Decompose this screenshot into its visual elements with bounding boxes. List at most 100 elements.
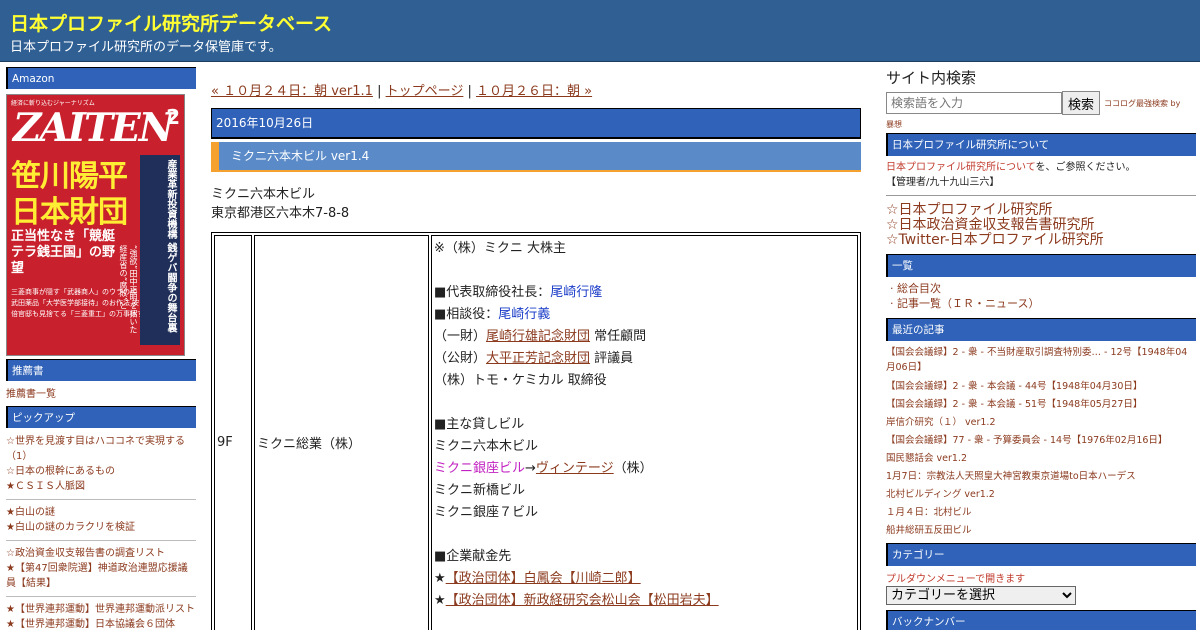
donation-link[interactable]: 【政治団体】白鳳会【川崎二郎】 xyxy=(446,571,641,586)
recent-item[interactable]: 北村ビルディング ver1.2 xyxy=(886,486,1196,504)
recent-item[interactable]: 船井総研五反田ビル xyxy=(886,522,1196,540)
details-cell: ※（株）ミクニ 大株主 ■代表取締役社長：尾崎行隆 ■相談役：尾崎行義 （一財）… xyxy=(431,235,858,630)
top-page-link[interactable]: トップページ xyxy=(386,84,464,99)
pickup-item[interactable]: ☆政治資金収支報告書の調査リスト xyxy=(6,546,196,561)
pickup-item[interactable]: ★【世界連邦運動】世界連邦運動派リスト xyxy=(6,602,196,617)
recommend-list: 推薦書一覧 xyxy=(6,381,196,406)
category-select[interactable]: カテゴリーを選択 xyxy=(886,586,1076,605)
external-link[interactable]: ☆日本プロファイル研究所 xyxy=(886,203,1196,218)
ginza-building-link[interactable]: ミクニ銀座ビル xyxy=(434,461,525,476)
left-sidebar: Amazon 経済に斬り込むジャーナリズム ZAITEN 2 笹川陽平 日本財団… xyxy=(6,67,196,630)
pickup-item[interactable]: ★白山の謎のカラクリを検証 xyxy=(6,520,196,535)
about-heading: 日本プロファイル研究所について xyxy=(886,133,1196,156)
search-input[interactable] xyxy=(886,92,1062,114)
rent-building: ミクニ六本木ビル xyxy=(434,439,539,454)
floor-cell: 9F xyxy=(214,235,252,630)
about-link[interactable]: 日本プロファイル研究所について xyxy=(886,162,1036,173)
external-link[interactable]: ☆日本政治資金収支報告書研究所 xyxy=(886,218,1196,233)
pickup-item[interactable]: ☆日本の根幹にあるもの xyxy=(6,464,196,479)
search-row: 検索 ココログ最強検索 by xyxy=(886,91,1196,115)
date-header: 2016年10月26日 xyxy=(211,108,861,139)
divider xyxy=(886,195,1196,196)
nav-separator: | xyxy=(372,84,386,99)
search-provider-link[interactable]: 暴想 xyxy=(886,119,1196,130)
donation-link[interactable]: 【政治団体】新政経研究会松山会【松田岩夫】 xyxy=(446,593,719,608)
next-entry-link[interactable]: １０月２６日：朝 » xyxy=(476,84,592,99)
recent-item[interactable]: 【国会会議録】2 - 衆 - 本会議 - 44号【1948年04月30日】 xyxy=(886,378,1196,396)
book-cover-image[interactable]: 経済に斬り込むジャーナリズム ZAITEN 2 笹川陽平 日本財団 正当性なき「… xyxy=(6,94,185,356)
divider xyxy=(6,596,196,597)
search-title: サイト内検索 xyxy=(886,69,977,87)
ceo-label: ■代表取締役社長： xyxy=(434,285,551,300)
recommend-link[interactable]: 推薦書一覧 xyxy=(6,387,196,402)
tenant-table: 9F ミクニ総業（株） ※（株）ミクニ 大株主 ■代表取締役社長：尾崎行隆 ■相… xyxy=(211,232,861,630)
book-vertical-small: “強欲”田中正明を招いた経産省の“腐敗”と xyxy=(119,245,138,334)
building-street-address: 東京都港区六本木7-8-8 xyxy=(211,206,350,221)
building-name: ミクニ六本木ビル xyxy=(211,187,316,202)
index-heading: 一覧 xyxy=(886,254,1196,277)
star-icon: ★ xyxy=(434,571,446,586)
site-header: 日本プロファイル研究所データベース 日本プロファイル研究所のデータ保管庫です。 xyxy=(0,0,1200,62)
external-link[interactable]: ☆Twitter-日本プロファイル研究所 xyxy=(886,233,1196,248)
index-item[interactable]: · 総合目次 xyxy=(890,282,941,295)
role-prefix: （公財） xyxy=(434,351,487,366)
book-side-headline: 産業革新投資機構 銭ゲバ闘争の舞台裏 xyxy=(140,155,180,345)
pickup-item[interactable]: ★ＣＳＩＳ人脈図 xyxy=(6,479,196,494)
rent-building-line: ミクニ銀座ビル→ヴィンテージ（株） xyxy=(434,458,855,480)
recent-item[interactable]: 【国会会議録】2 - 衆 - 本会議 - 51号【1948年05月27日】 xyxy=(886,396,1196,414)
search-button[interactable]: 検索 xyxy=(1062,91,1101,115)
recent-item[interactable]: 国民懇話会 ver1.2 xyxy=(886,450,1196,468)
divider xyxy=(6,499,196,500)
star-icon: ★ xyxy=(434,593,446,608)
recent-item[interactable]: 【国会会議録】77 - 衆 - 予算委員会 - 14号【1976年02月16日】 xyxy=(886,432,1196,450)
issue-number: 2 xyxy=(166,105,180,129)
role-line: （公財）大平正芳記念財団 評議員 xyxy=(434,348,855,370)
site-title[interactable]: 日本プロファイル研究所データベース xyxy=(10,9,332,36)
recommend-heading: 推薦書 xyxy=(6,359,196,381)
recent-item[interactable]: １月４日：北村ビル xyxy=(886,504,1196,522)
pickup-item[interactable]: ☆世界を見渡す目はハココネで実現する（1） xyxy=(6,434,196,464)
recent-item[interactable]: 1月7日：宗教法人天照皇大神宮教東京道場to日本ハーデス xyxy=(886,468,1196,486)
role-suffix: 常任顧問 xyxy=(590,329,647,344)
right-sidebar: サイト内検索 検索 ココログ最強検索 by 暴想 日本プロファイル研究所について… xyxy=(886,67,1196,630)
recent-item[interactable]: 岸信介研究（１） ver1.2 xyxy=(886,414,1196,432)
rent-building: ミクニ新橋ビル xyxy=(434,483,526,498)
pickup-item[interactable]: ★【第47回衆院選】神道政治連盟応援議員【結果】 xyxy=(6,561,196,591)
recent-list: 【国会会議録】2 - 衆 - 不当財産取引調査特別委… - 12号【1948年0… xyxy=(886,345,1196,540)
advisor-link[interactable]: 尾崎行義 xyxy=(498,307,550,322)
table-row: 9F ミクニ総業（株） ※（株）ミクニ 大株主 ■代表取締役社長：尾崎行隆 ■相… xyxy=(214,235,858,630)
nav-separator: | xyxy=(463,84,476,99)
recent-item[interactable]: 【国会会議録】2 - 衆 - 不当財産取引調査特別委… - 12号【1948年0… xyxy=(886,345,1196,375)
building-address: ミクニ六本木ビル 東京都港区六本木7-8-8 xyxy=(211,185,861,223)
category-heading: カテゴリー xyxy=(886,543,1196,566)
role-line: （株）トモ・ケミカル 取締役 xyxy=(434,373,607,388)
entry-navigation: « １０月２４日：朝 ver1.1 | トップページ | １０月２６日：朝 » xyxy=(211,80,861,99)
advisor-label: ■相談役： xyxy=(434,307,499,322)
ceo-link[interactable]: 尾崎行隆 xyxy=(550,285,602,300)
arrow: → xyxy=(525,461,536,476)
backnumber-heading: バックナンバー xyxy=(886,610,1196,630)
index-item[interactable]: · 記事一覧（ＩＲ・ニュース） xyxy=(890,297,1039,310)
ceo-line: ■代表取締役社長：尾崎行隆 xyxy=(434,282,855,304)
pickup-list: ☆世界を見渡す目はハココネで実現する（1） ☆日本の根幹にあるもの ★ＣＳＩＳ人… xyxy=(6,428,196,630)
vintage-link[interactable]: ヴィンテージ xyxy=(536,461,614,476)
category-note: プルダウンメニューで開きます xyxy=(886,574,1026,585)
advisor-line: ■相談役：尾崎行義 xyxy=(434,304,855,326)
search-provider-link[interactable]: ココログ最強検索 by xyxy=(1104,98,1180,109)
admin-text: 【管理者/九十九山三六】 xyxy=(886,177,1000,188)
donation-line: ★【政治団体】白鳳会【川崎二郎】 xyxy=(434,568,855,590)
entry-title[interactable]: ミクニ六本木ビル ver1.4 xyxy=(211,142,861,172)
foundation-link[interactable]: 大平正芳記念財団 xyxy=(486,351,590,366)
main-content: « １０月２４日：朝 ver1.1 | トップページ | １０月２６日：朝 » … xyxy=(211,80,861,630)
main-shareholder-note: ※（株）ミクニ 大株主 xyxy=(434,241,567,256)
pickup-item[interactable]: ★【世界連邦運動】日本協議会６団体 xyxy=(6,617,196,630)
rent-heading: ■主な貸しビル xyxy=(434,417,525,432)
amazon-heading: Amazon xyxy=(6,67,196,89)
foundation-link[interactable]: 尾崎行雄記念財団 xyxy=(486,329,590,344)
pickup-item[interactable]: ★白山の謎 xyxy=(6,505,196,520)
index-list: · 総合目次 · 記事一覧（ＩＲ・ニュース） xyxy=(890,281,1196,311)
site-description: 日本プロファイル研究所のデータ保管庫です。 xyxy=(10,40,282,55)
prev-entry-link[interactable]: « １０月２４日：朝 ver1.1 xyxy=(211,84,373,99)
